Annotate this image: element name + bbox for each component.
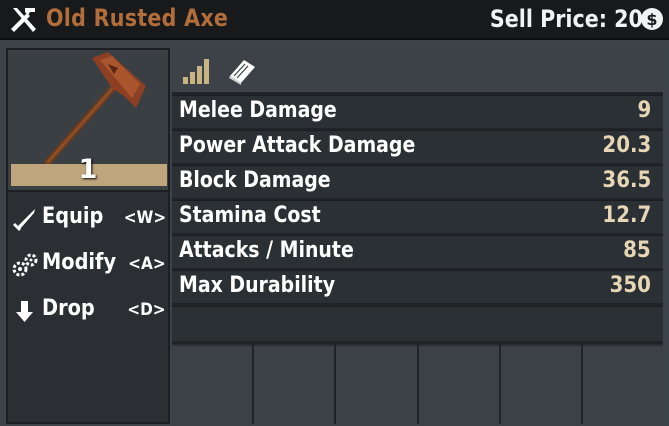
- equip-key: <W>: [123, 208, 166, 228]
- rusted-axe-icon: [44, 52, 146, 166]
- info-icon-row: [172, 48, 663, 92]
- stat-label: Melee Damage: [179, 98, 337, 123]
- stat-value: 85: [623, 238, 651, 263]
- item-quantity: 1: [78, 154, 98, 185]
- item-name: Old Rusted Axe: [46, 4, 229, 32]
- stat-label: Block Damage: [179, 168, 331, 193]
- stat-value: 36.5: [602, 168, 651, 193]
- mod-slot-row: [172, 344, 664, 426]
- drop-label: Drop: [42, 296, 95, 321]
- equip-button[interactable]: Equip <W>: [8, 200, 168, 240]
- sword-icon: [13, 209, 35, 231]
- stat-row-power-attack-damage: Power Attack Damage 20.3: [172, 130, 663, 163]
- stat-value: 350: [609, 273, 651, 298]
- stat-label: Stamina Cost: [179, 203, 321, 228]
- quality-bars-icon[interactable]: [182, 57, 212, 85]
- item-panel: 1 Equip <W> Modify <A> Drop <D>: [6, 48, 170, 424]
- item-slot[interactable]: 1: [8, 50, 168, 192]
- down-arrow-icon: [16, 301, 33, 322]
- stats-panel: Melee Damage 9 Power Attack Damage 20.3 …: [172, 48, 664, 426]
- mod-slot[interactable]: [336, 344, 417, 426]
- stat-row-melee-damage: Melee Damage 9: [172, 95, 663, 128]
- sell-price: Sell Price: 20 $: [465, 4, 663, 34]
- drop-key: <D>: [127, 300, 166, 320]
- equip-label: Equip: [42, 204, 104, 229]
- stat-row-attacks-per-minute: Attacks / Minute 85: [172, 235, 663, 268]
- stat-label: Attacks / Minute: [179, 238, 354, 263]
- stat-row-stamina-cost: Stamina Cost 12.7: [172, 200, 663, 233]
- title-bar: Old Rusted Axe Sell Price: 20 $: [0, 0, 669, 40]
- stat-label: Max Durability: [179, 273, 336, 298]
- stat-value: 20.3: [602, 133, 651, 158]
- coin-icon: $: [641, 8, 663, 30]
- stat-row-block-damage: Block Damage 36.5: [172, 165, 663, 198]
- modify-label: Modify: [42, 250, 117, 275]
- mod-slot[interactable]: [582, 344, 664, 426]
- stat-row-max-durability: Max Durability 350: [172, 270, 663, 303]
- gears-icon: [12, 253, 38, 277]
- stat-label: Power Attack Damage: [179, 133, 416, 158]
- modify-key: <A>: [128, 254, 166, 274]
- modify-button[interactable]: Modify <A>: [8, 246, 168, 286]
- mod-slot[interactable]: [418, 344, 499, 426]
- empty-stat-row: [172, 306, 663, 341]
- stat-value: 9: [637, 98, 651, 123]
- sell-price-label: Sell Price: 20: [490, 5, 643, 33]
- mod-slot[interactable]: [254, 344, 335, 426]
- book-icon[interactable]: [226, 56, 258, 86]
- tools-icon: [11, 8, 36, 32]
- stat-value: 12.7: [602, 203, 651, 228]
- mod-slot[interactable]: [172, 344, 253, 426]
- drop-button[interactable]: Drop <D>: [8, 292, 168, 332]
- mod-slot[interactable]: [500, 344, 581, 426]
